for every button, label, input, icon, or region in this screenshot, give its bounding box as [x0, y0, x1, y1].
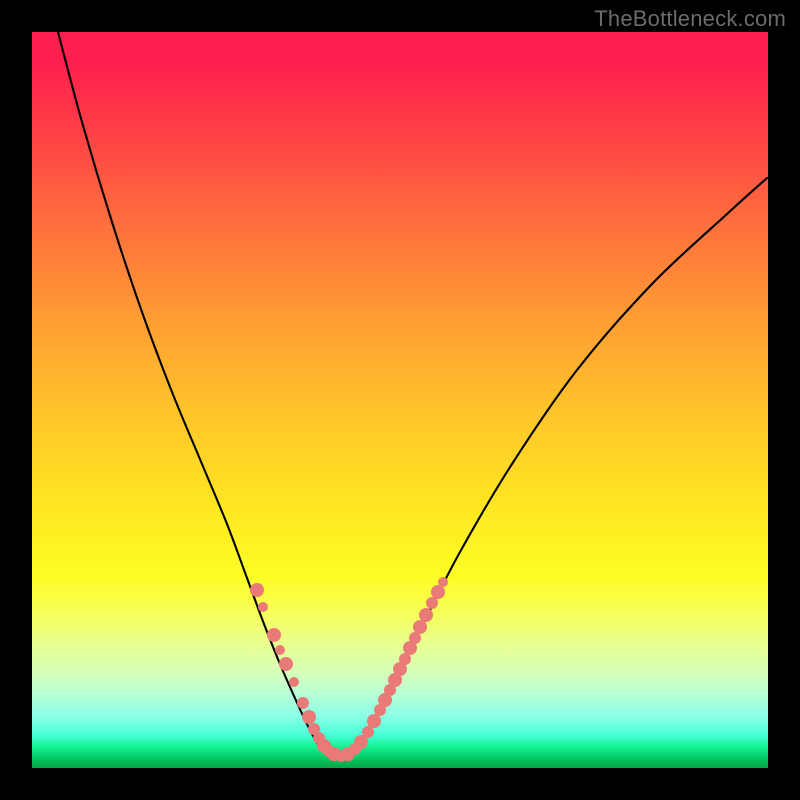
data-point	[367, 714, 381, 728]
data-point	[431, 585, 445, 599]
data-point	[413, 620, 427, 634]
data-point	[438, 577, 448, 587]
data-point	[275, 645, 285, 655]
data-point	[302, 710, 316, 724]
chart-frame: TheBottleneck.com	[0, 0, 800, 800]
data-point	[250, 583, 264, 597]
data-point	[258, 602, 268, 612]
data-point	[426, 597, 438, 609]
data-point	[419, 608, 433, 622]
plot-area	[32, 32, 768, 768]
data-point	[297, 697, 309, 709]
data-point	[289, 677, 299, 687]
data-point	[362, 726, 374, 738]
data-point	[279, 657, 293, 671]
marker-layer	[250, 577, 448, 762]
data-point	[267, 628, 281, 642]
curve-svg	[32, 32, 768, 768]
watermark-text: TheBottleneck.com	[594, 6, 786, 32]
